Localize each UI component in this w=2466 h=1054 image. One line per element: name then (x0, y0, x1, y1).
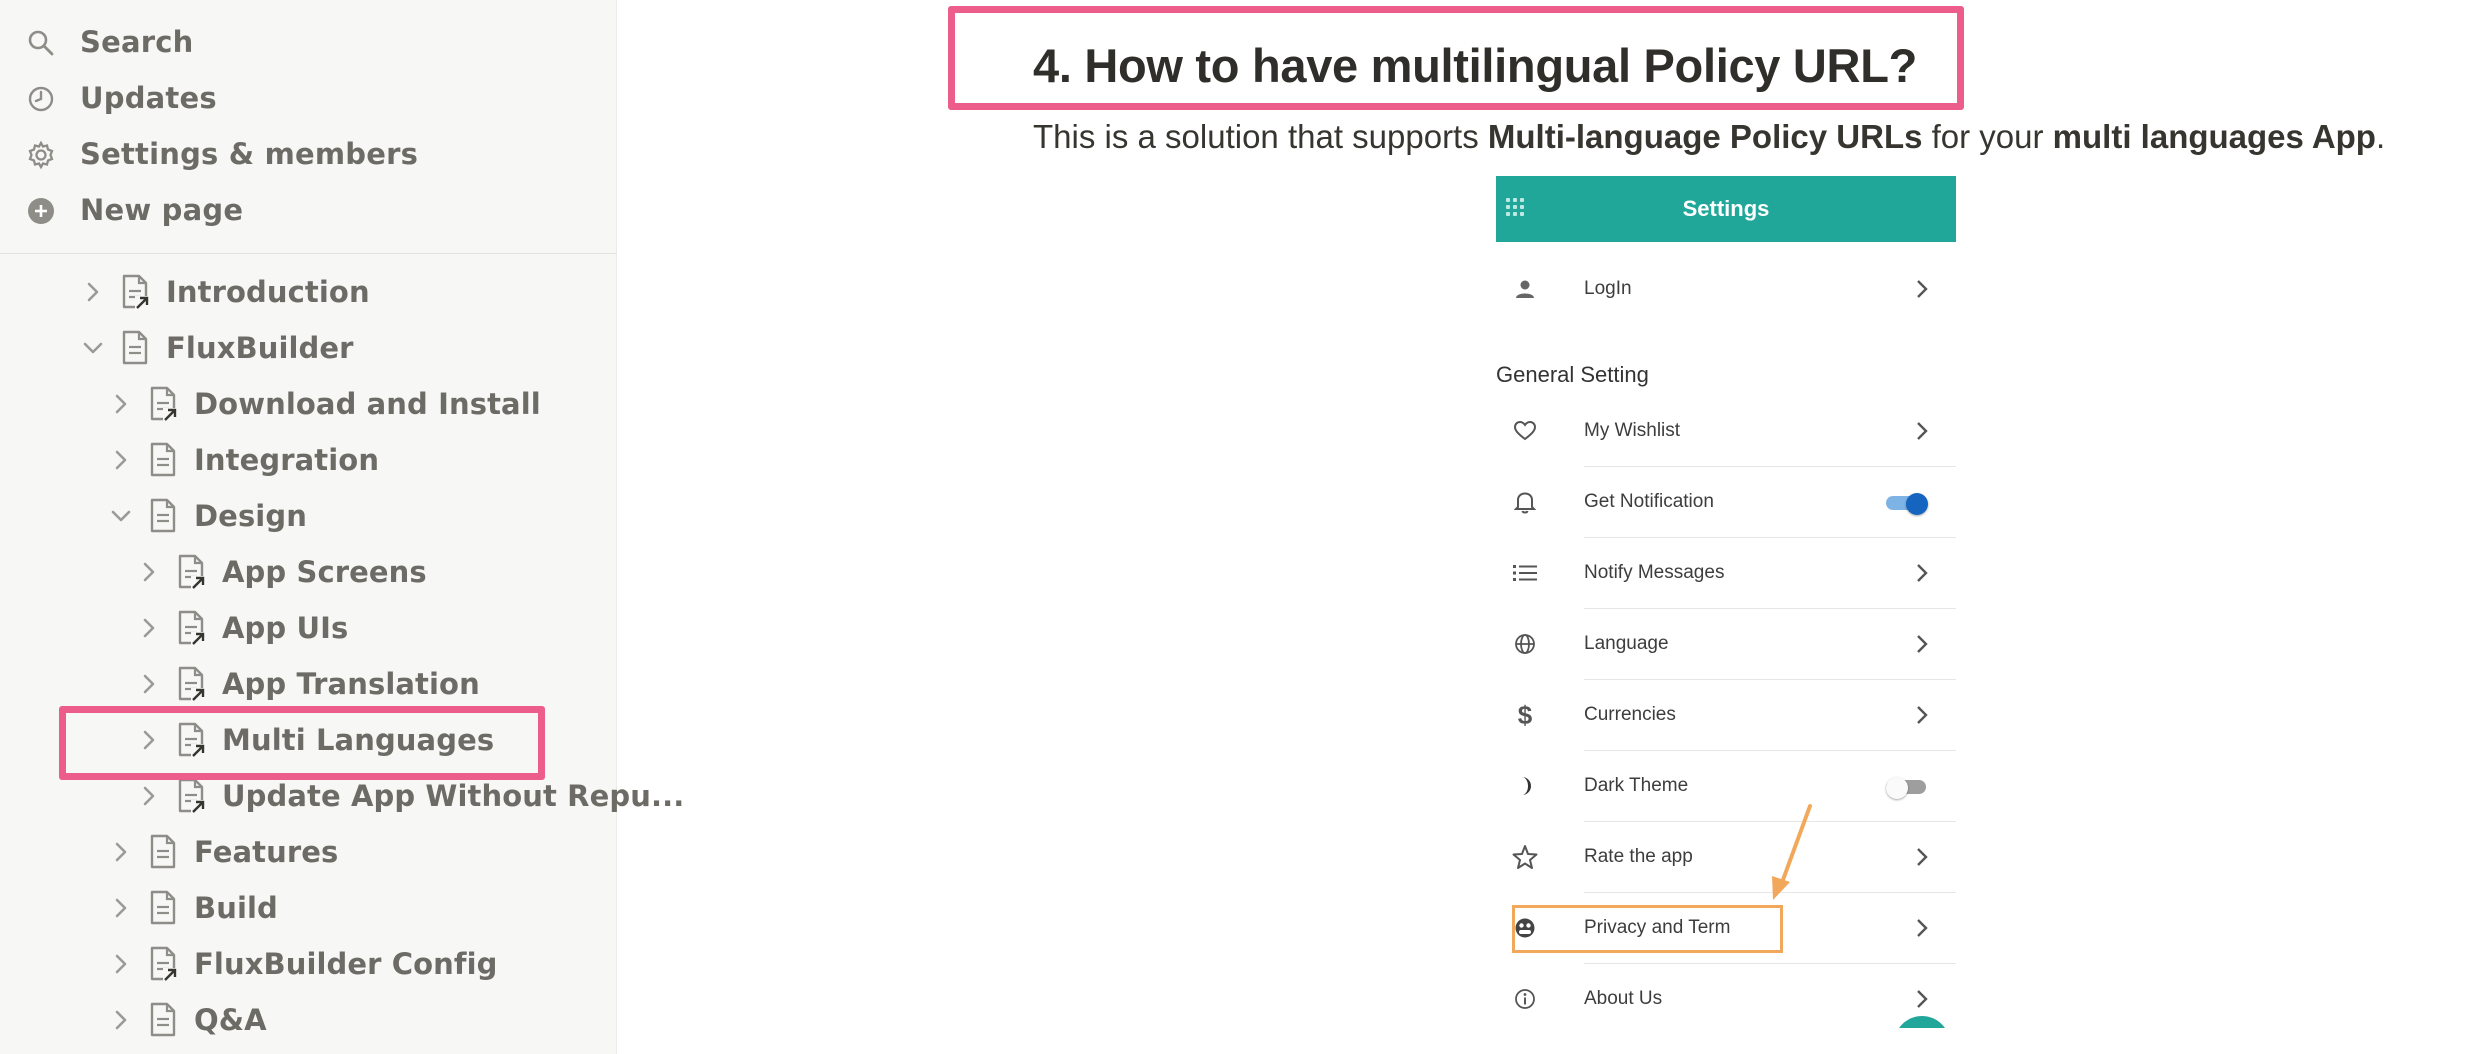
sidebar-item-fluxbuilder[interactable]: FluxBuilder (80, 322, 680, 374)
sidebar-item-label: App Translation (222, 667, 480, 701)
page-icon (146, 441, 180, 479)
sidebar-item-label: Design (194, 499, 307, 533)
chevron-right-icon[interactable] (108, 1007, 134, 1033)
app-settings-screenshot: Settings LogIn General Setting My Wishli… (1496, 176, 1956, 1028)
chevron-right-icon[interactable] (136, 783, 162, 809)
chevron-right-icon[interactable] (136, 671, 162, 697)
intro-paragraph: This is a solution that supports Multi-l… (1033, 118, 2385, 156)
page-icon (146, 497, 180, 535)
page-icon (146, 1001, 180, 1039)
sidebar-divider (0, 253, 617, 254)
intro-bold-2: multi languages App (2052, 118, 2376, 155)
sidebar-search-label: Search (80, 25, 194, 59)
sidebar-item-label: Download and Install (194, 387, 541, 421)
sidebar-item-label: FluxBuilder (166, 331, 354, 365)
chevron-right-icon[interactable] (136, 559, 162, 585)
sidebar-item-label: Introduction (166, 275, 370, 309)
intro-bold-1: Multi-language Policy URLs (1487, 118, 1923, 155)
clock-icon (26, 84, 56, 114)
sidebar-item-label: Integration (194, 443, 380, 477)
chevron-right-icon[interactable] (108, 447, 134, 473)
intro-text-1: This is a solution that supports (1033, 118, 1488, 155)
chevron-right-icon[interactable] (108, 895, 134, 921)
page-heading: 4. How to have multilingual Policy URL? (1033, 39, 1918, 92)
linked-page-icon (174, 609, 208, 647)
sidebar-item-label: Update App Without Repu... (222, 779, 685, 813)
intro-text-3: . (2375, 118, 2386, 155)
gear-icon (26, 140, 56, 170)
linked-page-icon (146, 385, 180, 423)
sidebar-item-label: FluxBuilder Config (194, 947, 498, 981)
sidebar-settings-label: Settings & members (80, 137, 419, 171)
sidebar-item-label: Build (194, 891, 278, 925)
callout-arrow-icon (1772, 804, 1812, 900)
sidebar-new-page-label: New page (80, 193, 244, 227)
chevron-down-icon[interactable] (80, 335, 106, 361)
sidebar-updates[interactable]: Updates (0, 72, 617, 124)
page-icon (146, 889, 180, 927)
sidebar-item-introduction[interactable]: Introduction (80, 266, 680, 318)
chevron-right-icon[interactable] (108, 839, 134, 865)
page-icon (146, 833, 180, 871)
highlight-multi-languages (59, 706, 545, 780)
sidebar-settings[interactable]: Settings & members (0, 128, 617, 180)
sidebar-item-label: Features (194, 835, 339, 869)
chevron-right-icon[interactable] (108, 951, 134, 977)
chevron-down-icon[interactable] (108, 503, 134, 529)
intro-text-2: for your (1922, 118, 2053, 155)
linked-page-icon (118, 273, 152, 311)
sidebar-item-label: Q&A (194, 1003, 267, 1037)
page-icon (118, 329, 152, 367)
sidebar-updates-label: Updates (80, 81, 217, 115)
sidebar-new-page[interactable]: New page (0, 184, 617, 236)
linked-page-icon (174, 665, 208, 703)
sidebar: Search Updates Settings & members New pa… (0, 0, 684, 1054)
search-icon (26, 28, 56, 58)
sidebar-item-label: App UIs (222, 611, 349, 645)
plus-circle-icon (26, 196, 56, 226)
chevron-right-icon[interactable] (80, 279, 106, 305)
chevron-right-icon[interactable] (108, 391, 134, 417)
sidebar-search[interactable]: Search (0, 16, 617, 68)
linked-page-icon (146, 945, 180, 983)
chevron-right-icon[interactable] (136, 615, 162, 641)
sidebar-item-label: App Screens (222, 555, 427, 589)
linked-page-icon (174, 777, 208, 815)
linked-page-icon (174, 553, 208, 591)
